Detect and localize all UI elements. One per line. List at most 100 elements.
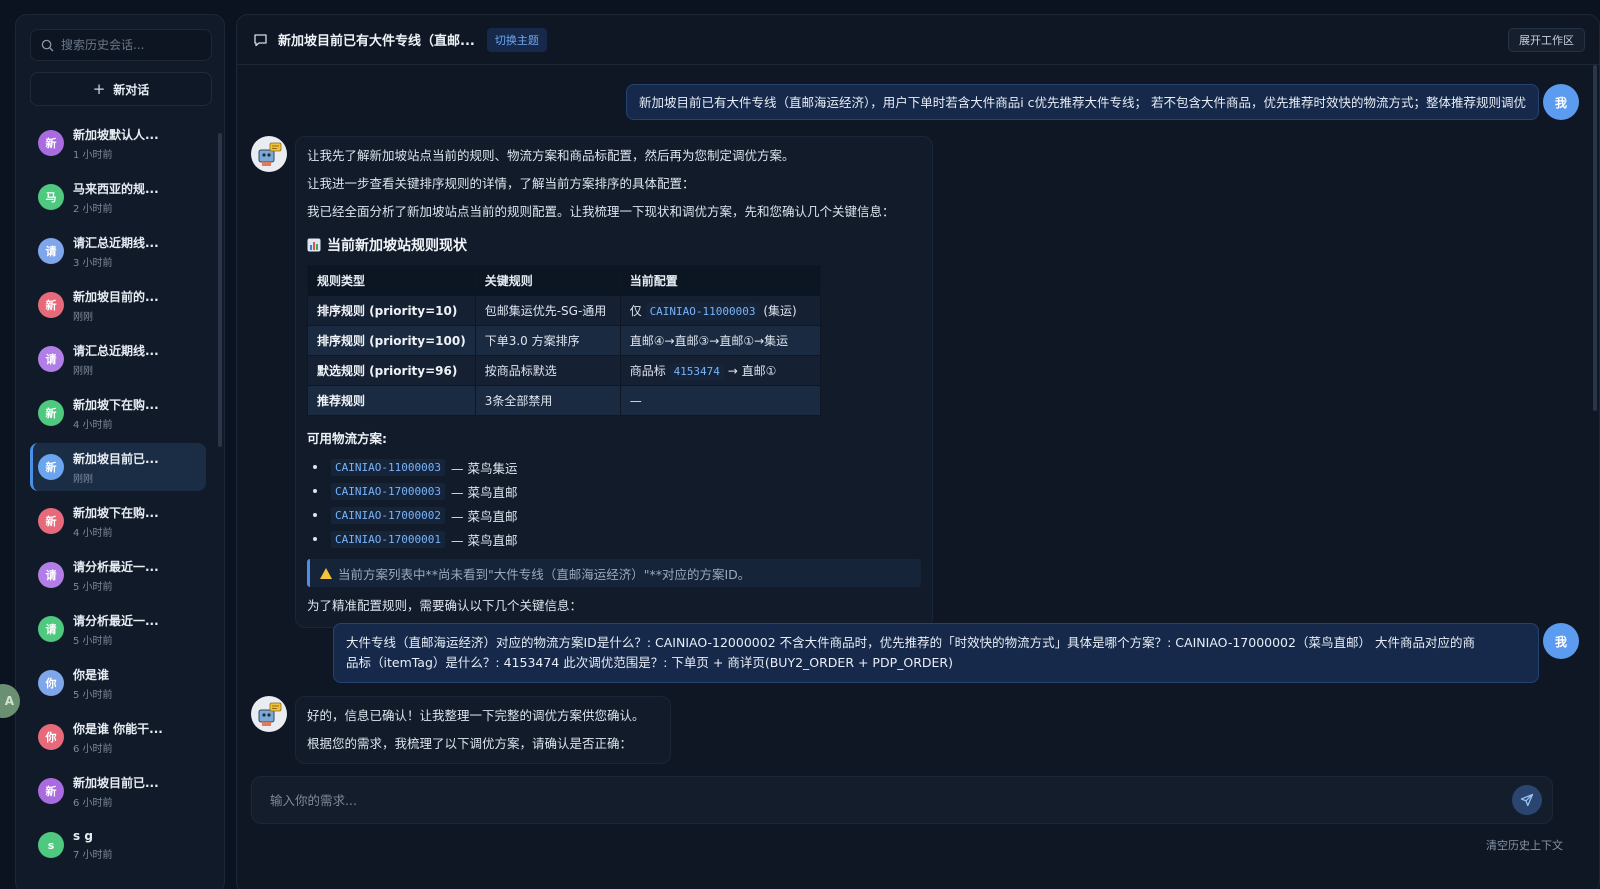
conversation-avatar: 新 [38,454,64,480]
history-item[interactable]: s s g 7 小时前 [30,821,206,869]
plus-icon: + [92,80,106,98]
history-item-title: 请分析最近一... [73,613,159,628]
history-item-title: s g [73,829,93,843]
history-item-title: 新加坡下在购... [73,397,159,412]
conversation-avatar: 请 [38,346,64,372]
table-cell: 下单3.0 方案排序 [474,325,621,356]
history-item-time: 5 小时前 [73,689,113,701]
robot-icon [258,142,282,166]
chat-panel: 新加坡目前已有大件专线（直邮... 切换主题 展开工作区 新加坡目前已有大件专线… [236,14,1600,889]
conversation-avatar: 你 [38,724,64,750]
conversation-avatar: 新 [38,292,64,318]
history-item[interactable]: 请请分析最近一... 5 小时前 [30,551,206,599]
history-item[interactable]: 请请汇总近期线... 3 小时前 [30,227,206,275]
rules-table: 规则类型 关键规则 当前配置 排序规则 (priority=10) 包邮集运优先… [307,265,821,416]
history-item-time: 刚刚 [73,473,93,485]
table-cell: 按商品标默选 [474,355,621,386]
history-item-text: 马来西亚的规... 2 小时前 [73,180,159,215]
history-item-text: 请分析最近一... 5 小时前 [73,558,159,593]
logistics-options-list: CAINIAO-11000003— 菜鸟集运 CAINIAO-17000003—… [307,455,921,551]
history-item[interactable]: 马马来西亚的规... 2 小时前 [30,173,206,221]
send-button[interactable] [1512,785,1542,815]
conversation-avatar: 请 [38,616,64,642]
history-list: 新新加坡默认人... 1 小时前马马来西亚的规... 2 小时前请请汇总近期线...… [30,119,206,875]
conversation-avatar: 马 [38,184,64,210]
new-chat-button[interactable]: + 新对话 [30,72,212,106]
history-item-title: 请汇总近期线... [73,343,159,358]
history-item-text: 新加坡下在购... 4 小时前 [73,504,159,539]
history-item-title: 新加坡默认人... [73,127,159,142]
conversation-avatar: 新 [38,400,64,426]
conversation-avatar: s [38,832,64,858]
assistant-message: 让我先了解新加坡站点当前的规则、物流方案和商品标配置，然后再为您制定调优方案。 … [295,136,933,628]
search-input[interactable] [61,38,201,52]
new-chat-label: 新对话 [113,82,150,97]
table-row: 排序规则 (priority=100) 下单3.0 方案排序 直邮④→直邮③→直… [307,325,821,356]
history-item[interactable]: 请请汇总近期线... 刚刚 [30,335,206,383]
history-item[interactable]: 新新加坡目前已... 刚刚 [30,443,206,491]
history-item[interactable]: 新新加坡下在购... 4 小时前 [30,497,206,545]
history-item-text: s g 7 小时前 [73,829,113,861]
chat-title: 新加坡目前已有大件专线（直邮... [278,34,475,49]
history-item-text: 你是谁 5 小时前 [73,666,113,701]
bot-avatar [251,136,287,172]
message-paragraph: 好的，信息已确认！让我整理一下完整的调优方案供您确认。 [307,708,645,723]
user-avatar: 我 [1543,84,1579,120]
history-item-text: 新加坡目前已... 6 小时前 [73,774,159,809]
history-item-text: 新加坡下在购... 4 小时前 [73,396,159,431]
user-message: 新加坡目前已有大件专线（直邮海运经济），用户下单时若含大件商品i c优先推荐大件… [625,84,1539,120]
table-header-row: 规则类型 关键规则 当前配置 [307,265,821,296]
history-item[interactable]: 你你是谁 5 小时前 [30,659,206,707]
history-item-time: 6 小时前 [73,797,113,809]
message-composer[interactable] [251,776,1553,824]
history-item-text: 你是谁 你能干... 6 小时前 [73,720,163,755]
conversation-avatar: 请 [38,562,64,588]
table-cell: 直邮④→直邮③→直邮①→集运 [619,325,821,356]
history-item[interactable]: 新新加坡目前的... 刚刚 [30,281,206,329]
history-item-text: 新加坡默认人... 1 小时前 [73,126,159,161]
column-header: 关键规则 [474,265,621,296]
message-input[interactable] [270,792,1512,808]
table-cell: — [619,385,821,416]
history-item-title: 新加坡目前已... [73,451,159,466]
conversation-avatar: 你 [38,670,64,696]
sidebar-scrollbar[interactable] [218,133,222,447]
history-item-time: 7 小时前 [73,850,113,861]
table-cell: 仅 CAINIAO-11000003 (集运) [619,295,821,326]
history-item-time: 3 小时前 [73,257,113,269]
history-item-time: 5 小时前 [73,635,113,647]
list-item: CAINIAO-17000003— 菜鸟直邮 [307,479,921,503]
history-item-title: 请汇总近期线... [73,235,159,250]
history-item-time: 4 小时前 [73,419,113,431]
code-chip: 4153474 [669,363,724,380]
message-paragraph: 我已经全面分析了新加坡站点当前的规则配置。让我梳理一下现状和调优方案，先和您确认… [307,204,895,219]
history-item[interactable]: 你你是谁 你能干... 6 小时前 [30,713,206,761]
history-item-title: 新加坡目前的... [73,289,159,304]
warning-icon [320,567,332,579]
conversation-avatar: 新 [38,130,64,156]
history-item-time: 4 小时前 [73,527,113,539]
history-item-time: 1 小时前 [73,149,113,161]
table-cell: 包邮集运优先-SG-通用 [474,295,621,326]
history-item-time: 2 小时前 [73,203,113,215]
chat-header: 新加坡目前已有大件专线（直邮... 切换主题 展开工作区 [237,15,1599,65]
list-item: CAINIAO-17000001— 菜鸟直邮 [307,527,921,551]
history-item-title: 新加坡目前已... [73,775,159,790]
history-item[interactable]: 新新加坡默认人... 1 小时前 [30,119,206,167]
message-paragraph: 让我先了解新加坡站点当前的规则、物流方案和商品标配置，然后再为您制定调优方案。 [307,148,795,163]
history-item[interactable]: 请请分析最近一... 5 小时前 [30,605,206,653]
history-item-text: 新加坡目前的... 刚刚 [73,288,159,323]
history-search[interactable] [30,29,212,61]
code-chip: CAINIAO-17000001 [331,530,445,548]
table-cell: 3条全部禁用 [474,385,621,416]
clear-context-link[interactable]: 清空历史上下文 [1486,837,1563,853]
history-item[interactable]: 新新加坡目前已... 6 小时前 [30,767,206,815]
user-message: 大件专线（直邮海运经济）对应的物流方案ID是什么？: CAINIAO-12000… [333,623,1539,683]
section-heading: 当前新加坡站规则现状 [307,235,921,255]
expand-workspace-button[interactable]: 展开工作区 [1508,28,1585,52]
history-item[interactable]: 新新加坡下在购... 4 小时前 [30,389,206,437]
robot-icon [258,702,282,726]
table-cell: 默选规则 (priority=96) [307,355,476,386]
options-heading: 可用物流方案: [307,431,387,446]
switch-theme-button[interactable]: 切换主题 [486,27,547,52]
